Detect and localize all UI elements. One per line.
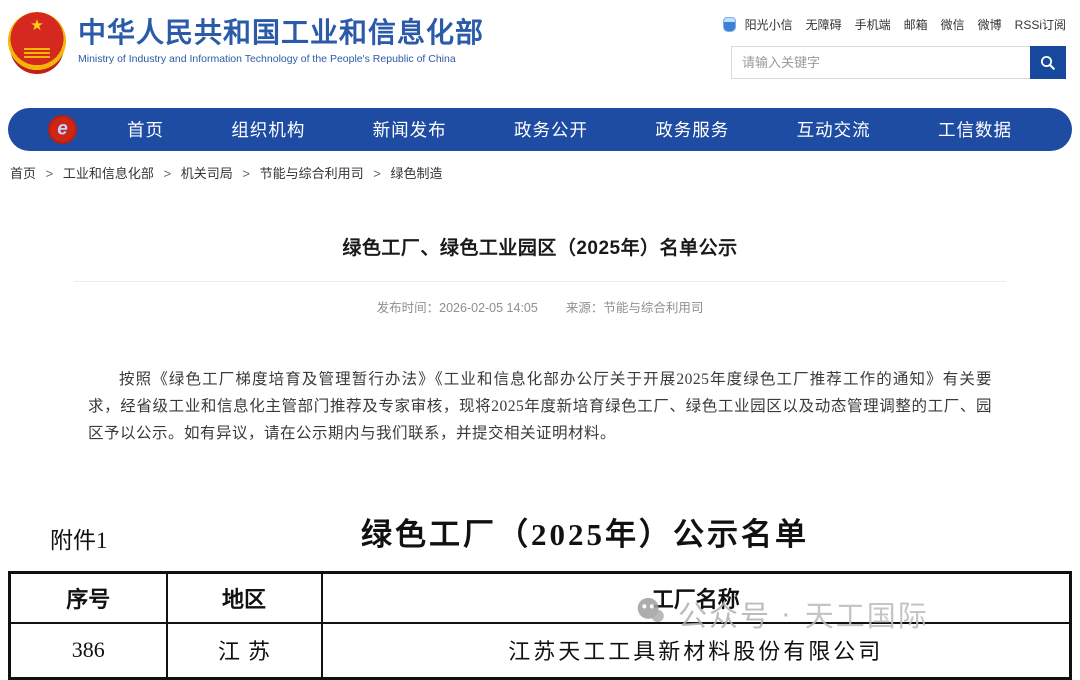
quick-link-sunshine[interactable]: 阳光小信 — [745, 16, 793, 33]
quick-link-mail[interactable]: 邮箱 — [904, 16, 928, 33]
col-header-region: 地区 — [167, 573, 322, 623]
article-title: 绿色工厂、绿色工业园区（2025年）名单公示 — [0, 233, 1080, 260]
breadcrumb-separator: > — [46, 166, 54, 181]
quick-link-wechat[interactable]: 微信 — [941, 16, 965, 33]
publish-time: 2026-02-05 14:05 — [439, 301, 538, 315]
nav-item-gov-services[interactable]: 政务服务 — [655, 117, 729, 142]
brand-text: 中华人民共和国工业和信息化部 Ministry of Industry and … — [78, 17, 484, 64]
breadcrumb-energy-dept[interactable]: 节能与综合利用司 — [260, 166, 364, 181]
header-right: 阳光小信 无障碍 手机端 邮箱 微信 微博 RSSi订阅 — [731, 16, 1066, 79]
nav-item-news[interactable]: 新闻发布 — [373, 117, 447, 142]
search-input[interactable] — [731, 46, 1030, 79]
emblem-star-icon: ★ — [30, 18, 43, 33]
site-subtitle: Ministry of Industry and Information Tec… — [78, 53, 484, 65]
quick-link-accessibility[interactable]: 无障碍 — [806, 16, 842, 33]
main-nav: e 首页 组织机构 新闻发布 政务公开 政务服务 互动交流 工信数据 — [8, 108, 1072, 151]
table-row: 386 江苏 江苏天工工具新材料股份有限公司 — [10, 623, 1071, 679]
nav-item-interaction[interactable]: 互动交流 — [797, 117, 871, 142]
nav-item-gov-disclosure[interactable]: 政务公开 — [514, 117, 588, 142]
site-brand: ★ 中华人民共和国工业和信息化部 Ministry of Industry an… — [8, 12, 484, 70]
quick-link-rss[interactable]: RSSi订阅 — [1015, 16, 1066, 33]
green-factory-table: 序号 地区 工厂名称 386 江苏 江苏天工工具新材料股份有限公司 — [8, 571, 1072, 680]
miit-gear-logo-icon: e — [50, 117, 75, 142]
site-header: ★ 中华人民共和国工业和信息化部 Ministry of Industry an… — [0, 0, 1080, 102]
cell-factory-name: 江苏天工工具新材料股份有限公司 — [322, 623, 1071, 679]
site-title: 中华人民共和国工业和信息化部 — [78, 17, 484, 49]
attachment-heading: 绿色工厂（2025年）公示名单 — [361, 509, 809, 554]
search-bar — [731, 46, 1066, 79]
quick-link-mobile[interactable]: 手机端 — [855, 16, 891, 33]
breadcrumb-miit[interactable]: 工业和信息化部 — [63, 166, 154, 181]
breadcrumb-separator: > — [373, 166, 381, 181]
cell-index: 386 — [10, 623, 167, 679]
breadcrumb-green-manufacturing[interactable]: 绿色制造 — [390, 166, 442, 181]
breadcrumb-separator: > — [164, 166, 172, 181]
breadcrumb-separator: > — [242, 166, 250, 181]
nav-item-organization[interactable]: 组织机构 — [231, 117, 305, 142]
breadcrumb-home[interactable]: 首页 — [10, 166, 36, 181]
attachment-section: 附件1 绿色工厂（2025年）公示名单 — [0, 509, 1080, 557]
source-value: 节能与综合利用司 — [603, 301, 703, 315]
nav-items: 首页 组织机构 新闻发布 政务公开 政务服务 互动交流 工信数据 — [127, 117, 1012, 142]
search-button[interactable] — [1030, 46, 1066, 79]
source-label: 来源： — [566, 301, 604, 315]
search-icon — [1039, 54, 1057, 72]
national-emblem-icon: ★ — [8, 12, 66, 70]
article-paragraph: 按照《绿色工厂梯度培育及管理暂行办法》《工业和信息化部办公厅关于开展2025年度… — [88, 366, 992, 447]
col-header-factory-name: 工厂名称 — [322, 573, 1071, 623]
attachment-label: 附件1 — [50, 521, 108, 555]
col-header-index: 序号 — [10, 573, 167, 623]
emblem-gate-icon — [24, 48, 50, 58]
quick-link-weibo[interactable]: 微博 — [978, 16, 1002, 33]
publish-time-label: 发布时间： — [377, 301, 440, 315]
quick-links: 阳光小信 无障碍 手机端 邮箱 微信 微博 RSSi订阅 — [731, 16, 1066, 33]
breadcrumb-departments[interactable]: 机关司局 — [181, 166, 233, 181]
breadcrumb: 首页 > 工业和信息化部 > 机关司局 > 节能与综合利用司 > 绿色制造 — [0, 151, 1080, 188]
nav-item-data[interactable]: 工信数据 — [938, 117, 1012, 142]
article-meta: 发布时间：2026-02-05 14:05 来源：节能与综合利用司 — [0, 297, 1080, 316]
cell-region: 江苏 — [167, 623, 322, 679]
title-divider — [74, 281, 1006, 282]
table-header-row: 序号 地区 工厂名称 — [10, 573, 1071, 623]
sunshine-mascot-icon — [723, 17, 736, 32]
nav-item-home[interactable]: 首页 — [127, 117, 164, 142]
